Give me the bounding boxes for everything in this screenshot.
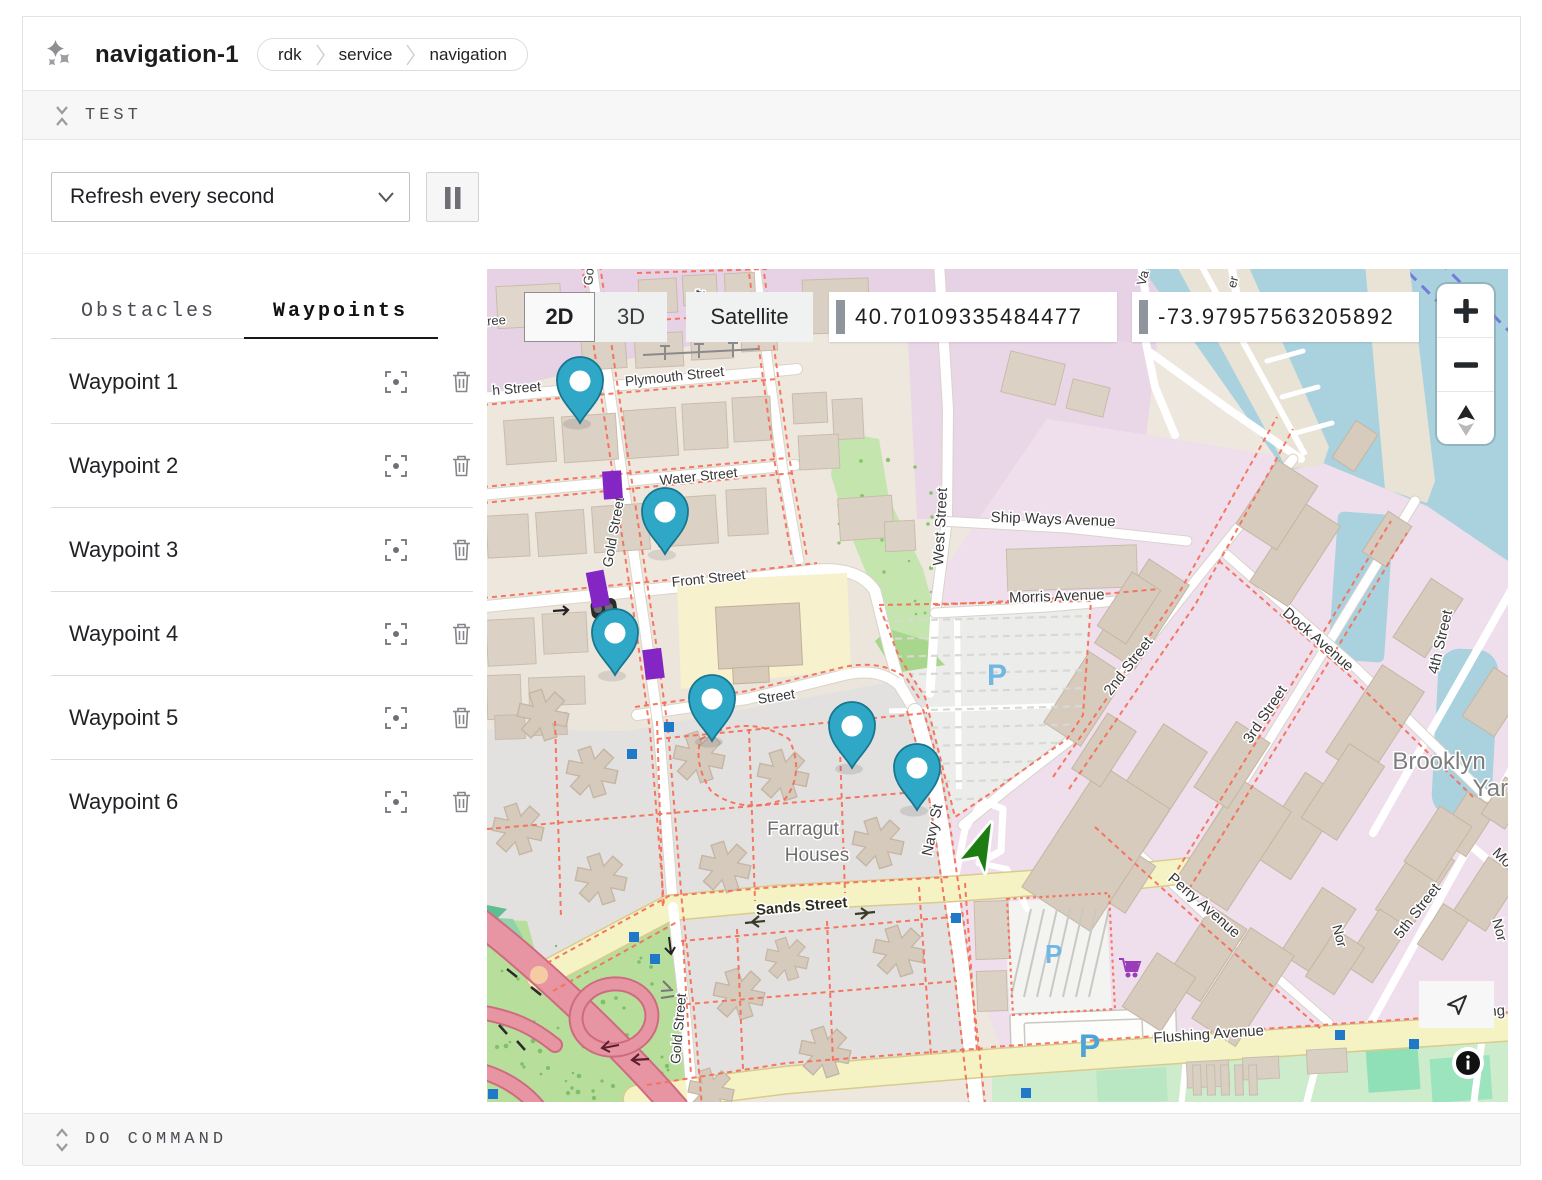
svg-text:Yard: Yard bbox=[1473, 775, 1508, 802]
svg-text:P: P bbox=[1045, 939, 1062, 969]
svg-text:P: P bbox=[1079, 1028, 1100, 1064]
svg-text:Farragut: Farragut bbox=[767, 819, 840, 840]
svg-text:Morris Avenue: Morris Avenue bbox=[1009, 586, 1105, 606]
svg-text:Houses: Houses bbox=[785, 845, 849, 866]
svg-text:P: P bbox=[987, 659, 1007, 692]
svg-text:Brooklyn: Brooklyn bbox=[1392, 748, 1485, 775]
svg-text:tree: tree bbox=[487, 312, 506, 329]
svg-text:Go: Go bbox=[580, 269, 596, 286]
